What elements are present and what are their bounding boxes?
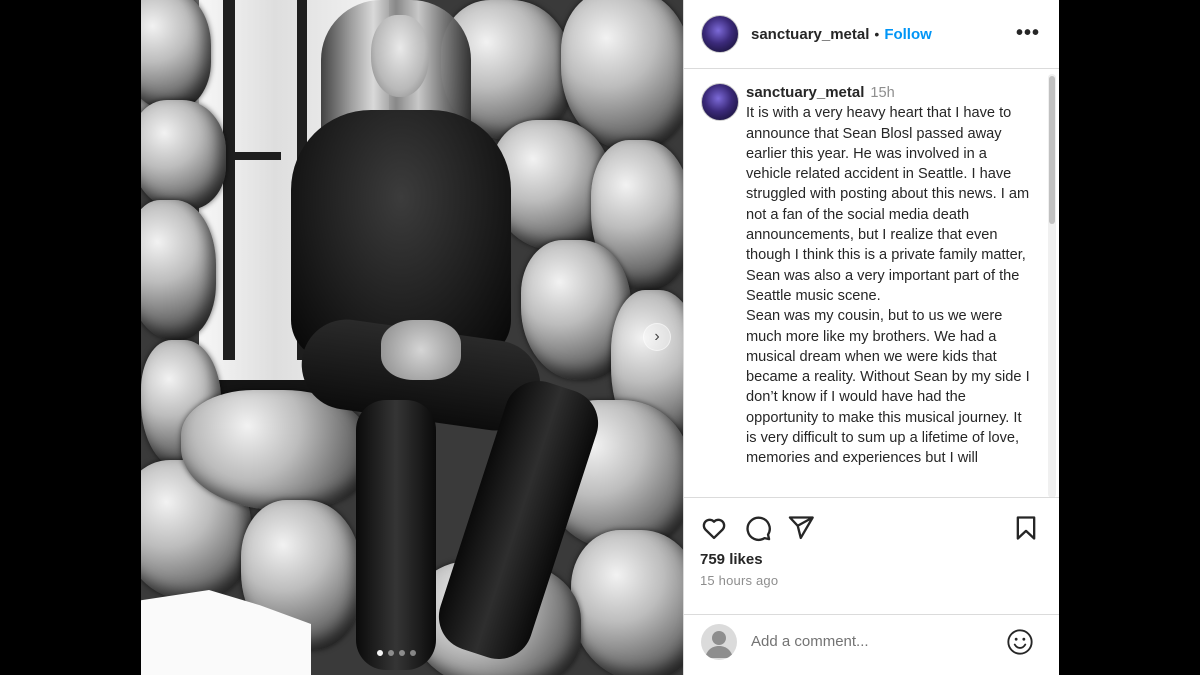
author-username[interactable]: sanctuary_metal xyxy=(751,26,869,43)
photo-stone xyxy=(141,0,211,110)
photo-stone xyxy=(141,200,216,340)
post-photo[interactable]: › xyxy=(141,0,683,675)
chevron-right-icon: › xyxy=(654,328,660,345)
separator-dot: • xyxy=(874,26,880,42)
carousel-dots xyxy=(377,650,416,656)
comment-icon[interactable] xyxy=(744,514,772,542)
share-icon[interactable] xyxy=(787,514,815,542)
post-details-panel: sanctuary_metal • Follow ••• sanctuary_m… xyxy=(683,0,1059,675)
person-leg xyxy=(356,400,436,670)
caption-timestamp[interactable]: 15h xyxy=(870,85,894,101)
default-avatar-icon xyxy=(705,631,733,658)
person-face xyxy=(371,15,429,97)
carousel-next-button[interactable]: › xyxy=(643,323,671,351)
carousel-dot xyxy=(399,650,405,656)
post-actions: 759 likes 15 hours ago xyxy=(684,497,1059,628)
caption-username[interactable]: sanctuary_metal xyxy=(746,84,864,101)
caption-text: sanctuary_metal 15h It is with a very hea… xyxy=(746,83,1036,469)
person-hands xyxy=(381,320,461,380)
window-bar xyxy=(221,152,281,160)
caption-scrollbar[interactable] xyxy=(1048,74,1056,498)
comment-bar: Add a comment... xyxy=(684,614,1059,675)
post-timestamp[interactable]: 15 hours ago xyxy=(700,573,778,588)
caption-paragraph: Sean was my cousin, but to us we were mu… xyxy=(746,308,1030,467)
window-bar xyxy=(223,0,235,360)
instagram-post-modal: › sanctuary_metal • Follow ••• sanctuary… xyxy=(141,0,1059,675)
likes-count[interactable]: 759 likes xyxy=(700,551,763,568)
follow-button[interactable]: Follow xyxy=(884,26,932,43)
emoji-icon[interactable] xyxy=(1006,628,1034,656)
caption-area[interactable]: sanctuary_metal 15h It is with a very hea… xyxy=(684,69,1059,497)
caption-author-avatar[interactable] xyxy=(701,83,739,121)
scrollbar-thumb[interactable] xyxy=(1049,76,1055,224)
current-user-avatar xyxy=(701,624,737,660)
photo-stone xyxy=(571,530,683,675)
carousel-dot xyxy=(388,650,394,656)
photo-stone xyxy=(141,100,226,210)
comment-input[interactable]: Add a comment... xyxy=(751,633,869,650)
bookmark-icon[interactable] xyxy=(1012,514,1040,542)
post-header: sanctuary_metal • Follow ••• xyxy=(684,0,1059,69)
more-options-icon[interactable]: ••• xyxy=(1016,22,1040,45)
carousel-dot xyxy=(410,650,416,656)
carousel-dot xyxy=(377,650,383,656)
heart-icon[interactable] xyxy=(700,514,728,542)
author-avatar[interactable] xyxy=(701,15,739,53)
caption-paragraph: It is with a very heavy heart that I hav… xyxy=(746,105,1030,304)
